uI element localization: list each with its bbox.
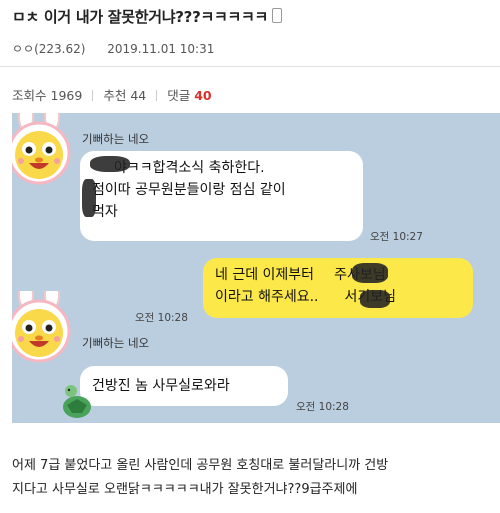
author-name[interactable]: ㅇㅇ(223.62)	[12, 42, 85, 56]
reply-text: 네 근데 이제부터	[215, 267, 315, 283]
stats-separator	[92, 90, 94, 101]
neo-avatar-icon	[12, 291, 71, 363]
sent-message: 네 근데 이제부터주사보님 이라고 해주세요..서기보님	[203, 258, 473, 318]
recommend-label: 추천	[103, 88, 127, 103]
post-title-text: ㅁㅊ 이거 내가 잘못한거냐???ㅋㅋㅋㅋㅋ	[12, 8, 268, 26]
message-line: 네 근데 이제부터주사보님	[215, 264, 461, 286]
censor-scribble	[360, 290, 390, 308]
post-date: 2019.11.01 10:31	[107, 42, 215, 56]
views-label: 조회수	[12, 88, 47, 103]
post-body: 어제 7급 붙었다고 올린 사람인데 공무원 호칭대로 불러달라니까 건방 지다…	[12, 454, 492, 502]
message-line: 야ㅋㅋ합격소식 축하한다.	[114, 160, 265, 176]
post-stats: 조회수 1969 추천 44 댓글 40	[12, 85, 212, 104]
chat-screenshot: 기뻐하는 네오 야ㅋㅋ합격소식 축하한다. 점이따 공무원분들이랑 점심 같이 …	[12, 113, 500, 423]
message-time: 오전 10:27	[370, 231, 423, 243]
message-time: 오전 10:28	[296, 401, 349, 413]
received-message: 건방진 놈 사무실로와라	[80, 366, 288, 406]
censor-scribble	[90, 156, 130, 172]
message-line: 이라고 해주세요..서기보님	[215, 286, 461, 308]
sender-name: 기뻐하는 네오	[82, 132, 150, 146]
message-line: 점이따 공무원분들이랑 점심 같이	[92, 182, 286, 198]
recommend-count: 44	[130, 88, 147, 103]
message-time: 오전 10:28	[135, 312, 188, 324]
sender-name: 기뻐하는 네오	[82, 336, 150, 350]
neo-avatar-icon	[12, 113, 71, 185]
body-line: 지다고 사무실로 오랜닭ㅋㅋㅋㅋㅋ내가 잘못한거냐??9급주제에	[12, 482, 358, 497]
stats-separator	[156, 90, 158, 101]
censor-scribble	[82, 179, 96, 217]
turtle-sticker-icon	[63, 385, 91, 418]
views-count: 1969	[50, 88, 83, 103]
censor-scribble	[352, 263, 388, 283]
body-line: 어제 7급 붙었다고 올린 사람인데 공무원 호칭대로 불러달라니까 건방	[12, 458, 389, 473]
message-line: 먹자	[92, 204, 118, 220]
post-title: ㅁㅊ 이거 내가 잘못한거냐???ㅋㅋㅋㅋㅋ	[12, 6, 282, 27]
post-meta: ㅇㅇ(223.62) 2019.11.01 10:31	[12, 40, 232, 57]
divider	[0, 66, 500, 67]
message-line: 건방진 놈 사무실로와라	[92, 378, 230, 394]
comments-count[interactable]: 40	[194, 88, 211, 103]
comments-label[interactable]: 댓글	[167, 88, 190, 103]
reply-text: 이라고 해주세요..	[215, 289, 319, 305]
mobile-icon	[271, 8, 282, 23]
